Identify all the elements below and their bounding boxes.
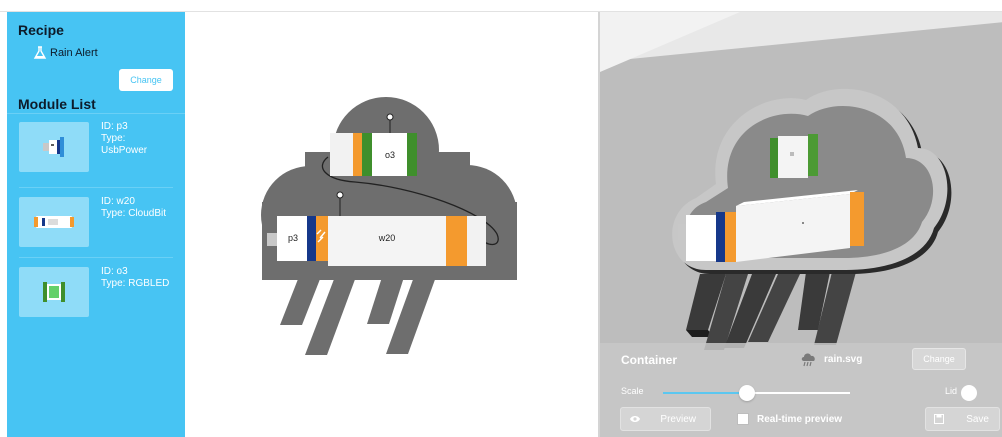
scale-slider-fill: [663, 392, 748, 394]
module-divider: [7, 113, 185, 114]
module-divider: [19, 187, 173, 188]
3d-module-o3: [770, 134, 818, 178]
usb-power-icon: [43, 137, 64, 157]
design-canvas[interactable]: o3 p3 w20: [185, 12, 597, 437]
module-info: ID: o3 Type: RGBLED: [101, 266, 169, 290]
module-divider: [19, 257, 173, 258]
module-item-o3[interactable]: ID: o3 Type: RGBLED: [19, 260, 173, 324]
module-info: ID: p3 Type: UsbPower: [101, 121, 147, 157]
module-type-value: UsbPower: [101, 145, 148, 156]
rgbled-icon: [43, 282, 65, 302]
preview-panel[interactable]: Container rain.svg Change Scale Lid Prev…: [598, 12, 1002, 437]
module-type: Type: CloudBit: [101, 208, 167, 219]
scale-slider[interactable]: [663, 385, 850, 401]
lid-toggle[interactable]: [961, 385, 977, 401]
realtime-preview-checkbox[interactable]: [737, 413, 749, 425]
realtime-preview-label: Real-time preview: [757, 413, 843, 425]
app-window: Recipe Rain Alert Change Module List ID:…: [0, 0, 1002, 437]
save-button-label: Save: [966, 413, 989, 425]
cloud-layout: o3 p3 w20: [261, 97, 517, 355]
recipe-change-button[interactable]: Change: [119, 69, 173, 91]
file-info: rain.svg: [800, 351, 862, 367]
block-p3-label: p3: [288, 233, 298, 243]
cloud-file-icon: [801, 353, 815, 367]
cloudbit-icon: [34, 216, 74, 228]
module-id: ID: p3: [101, 121, 128, 132]
save-icon: [934, 414, 944, 424]
container-title: Container: [621, 353, 678, 367]
file-name: rain.svg: [824, 353, 863, 365]
preview-button-label: Preview: [660, 413, 696, 425]
module-type: Type:: [101, 133, 126, 144]
module-thumbnail: [19, 197, 89, 247]
recipe-name: Rain Alert: [50, 47, 98, 59]
flask-icon: [33, 46, 47, 59]
recipe-row: Rain Alert: [33, 46, 98, 60]
module-thumbnail: [19, 122, 89, 172]
sidebar: Recipe Rain Alert Change Module List ID:…: [7, 12, 185, 437]
module-id: ID: w20: [101, 196, 135, 207]
rain-drops: [280, 274, 437, 355]
block-w20-label: w20: [378, 233, 396, 243]
module-info: ID: w20 Type: CloudBit: [101, 196, 166, 220]
container-controls: Container rain.svg Change Scale Lid Prev…: [600, 343, 1002, 437]
recipe-heading: Recipe: [18, 22, 64, 38]
module-id: ID: o3: [101, 266, 128, 277]
module-thumbnail: [19, 267, 89, 317]
module-type: Type: RGBLED: [101, 278, 170, 289]
scale-label: Scale: [621, 386, 644, 396]
block-o3-label: o3: [385, 150, 395, 160]
realtime-preview-row: Real-time preview: [737, 413, 842, 425]
preview-button[interactable]: Preview: [620, 407, 711, 431]
lid-label: Lid: [945, 386, 958, 396]
module-item-p3[interactable]: ID: p3 Type: UsbPower: [19, 115, 173, 179]
container-change-button[interactable]: Change: [912, 348, 966, 370]
module-list-heading: Module List: [18, 96, 96, 112]
save-button[interactable]: Save: [925, 407, 1000, 431]
scale-slider-handle[interactable]: [739, 385, 756, 401]
module-item-w20[interactable]: ID: w20 Type: CloudBit: [19, 190, 173, 254]
eye-icon: [630, 416, 640, 422]
top-bar: [0, 0, 1002, 12]
